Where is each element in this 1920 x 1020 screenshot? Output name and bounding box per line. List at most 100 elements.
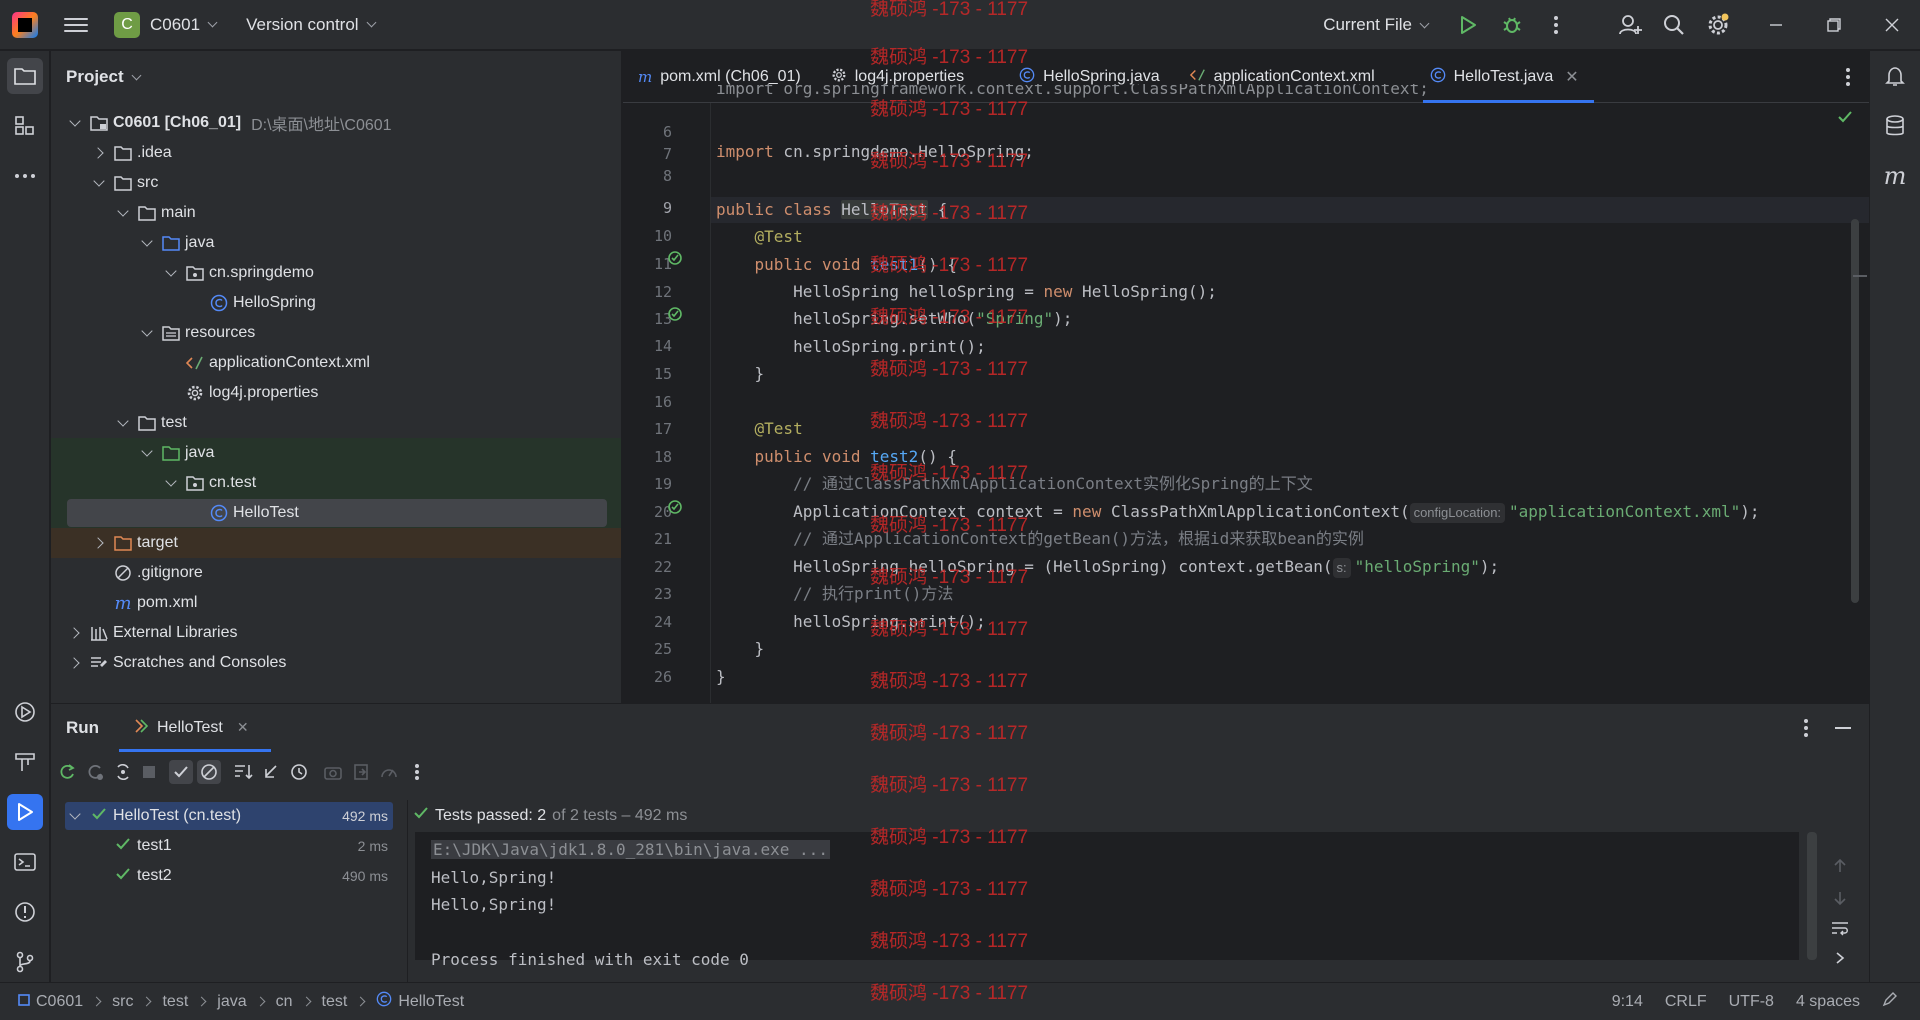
history-icon[interactable] bbox=[287, 760, 311, 784]
tree-item-src[interactable]: src bbox=[51, 168, 621, 198]
tree-item-gitignore[interactable]: .gitignore bbox=[51, 558, 621, 588]
expand-icon[interactable] bbox=[115, 415, 131, 431]
notifications-icon[interactable] bbox=[1877, 58, 1913, 94]
run-test-gutter-icon[interactable] bbox=[667, 499, 683, 515]
tree-item-target[interactable]: target bbox=[51, 528, 621, 558]
more-tools-icon[interactable] bbox=[7, 158, 43, 194]
tree-item-root[interactable]: C0601 [Ch06_01] D:\桌面\地址\C0601 bbox=[51, 108, 621, 138]
expand-icon[interactable] bbox=[139, 235, 155, 251]
settings-icon[interactable] bbox=[1696, 3, 1740, 47]
code-line[interactable]: @Test bbox=[716, 224, 803, 250]
coverage-icon[interactable] bbox=[377, 760, 401, 784]
project-tool-icon[interactable] bbox=[7, 58, 43, 94]
tree-item-log4j[interactable]: log4j.properties bbox=[51, 378, 621, 408]
expand-icon[interactable] bbox=[139, 445, 155, 461]
main-menu-icon[interactable] bbox=[64, 17, 88, 32]
tree-item-pkg-test[interactable]: cn.test bbox=[51, 468, 621, 498]
expand-icon[interactable] bbox=[139, 325, 155, 341]
minimize-icon[interactable] bbox=[1754, 3, 1798, 47]
intellij-logo-icon[interactable] bbox=[12, 11, 38, 38]
tree-item-java-test[interactable]: java bbox=[51, 438, 621, 468]
services-tool-icon[interactable] bbox=[7, 694, 43, 730]
expand-icon[interactable] bbox=[163, 265, 179, 281]
toolbar-more-icon[interactable] bbox=[405, 760, 429, 784]
run-test-gutter-icon[interactable] bbox=[667, 306, 683, 322]
run-test-gutter-icon[interactable] bbox=[667, 250, 683, 266]
collapse-icon[interactable] bbox=[67, 655, 83, 671]
stop-icon[interactable] bbox=[137, 760, 161, 784]
tree-item-external-libraries[interactable]: External Libraries bbox=[51, 618, 621, 648]
breadcrumb-item[interactable]: src bbox=[112, 993, 133, 1011]
toggle-auto-test-icon[interactable] bbox=[111, 760, 135, 784]
build-tool-icon[interactable] bbox=[7, 744, 43, 780]
rerun-failed-icon[interactable] bbox=[83, 760, 107, 784]
screenshot-icon[interactable] bbox=[321, 760, 345, 784]
import-tests-icon[interactable] bbox=[259, 760, 283, 784]
hide-panel-icon[interactable] bbox=[1835, 727, 1851, 729]
collapse-icon[interactable] bbox=[91, 145, 107, 161]
code-line[interactable]: import org.springframework.context.suppo… bbox=[716, 84, 1429, 100]
project-panel-header[interactable]: Project bbox=[51, 51, 621, 103]
breadcrumb-item[interactable]: cn bbox=[276, 993, 293, 1011]
console-scrollbar[interactable] bbox=[1807, 832, 1817, 960]
restore-icon[interactable] bbox=[1812, 3, 1856, 47]
line-separator[interactable]: CRLF bbox=[1665, 993, 1707, 1011]
search-icon[interactable] bbox=[1652, 3, 1696, 47]
close-tab-icon[interactable]: ✕ bbox=[237, 720, 249, 736]
indent-setting[interactable]: 4 spaces bbox=[1796, 993, 1860, 1011]
caret-position[interactable]: 9:14 bbox=[1612, 993, 1643, 1011]
test-case-row[interactable]: test1 2 ms bbox=[51, 831, 408, 861]
export-icon[interactable] bbox=[349, 760, 373, 784]
debug-icon[interactable] bbox=[1490, 3, 1534, 47]
code-line[interactable]: } bbox=[716, 361, 765, 387]
expand-icon[interactable] bbox=[115, 205, 131, 221]
close-icon[interactable] bbox=[1870, 3, 1914, 47]
database-icon[interactable] bbox=[1877, 108, 1913, 144]
breadcrumb-item[interactable]: HelloTest bbox=[398, 993, 464, 1011]
run-config-selector[interactable]: Current File bbox=[1313, 0, 1430, 50]
breadcrumb-item[interactable]: test bbox=[322, 993, 348, 1011]
test-suite-row[interactable]: HelloTest (cn.test) 492 ms bbox=[51, 801, 408, 831]
vcs-widget[interactable]: Version control bbox=[236, 0, 377, 50]
structure-tool-icon[interactable] bbox=[7, 108, 43, 144]
tree-item-scratches[interactable]: Scratches and Consoles bbox=[51, 648, 621, 678]
terminal-tool-icon[interactable] bbox=[7, 844, 43, 880]
tree-item-idea[interactable]: .idea bbox=[51, 138, 621, 168]
readonly-lock-icon[interactable] bbox=[1882, 991, 1898, 1012]
expand-icon[interactable] bbox=[67, 115, 83, 131]
console-command-line[interactable]: E:\JDK\Java\jdk1.8.0_281\bin\java.exe ..… bbox=[431, 840, 830, 859]
tree-item-main[interactable]: main bbox=[51, 198, 621, 228]
test-case-row[interactable]: test2 490 ms bbox=[51, 861, 408, 891]
run-more-icon[interactable] bbox=[1803, 718, 1809, 742]
code-line[interactable]: @Test bbox=[716, 416, 803, 442]
collapse-icon[interactable] bbox=[91, 535, 107, 551]
no-problems-check-icon[interactable] bbox=[1837, 109, 1853, 128]
breadcrumb-item[interactable]: java bbox=[217, 993, 246, 1011]
code-line[interactable]: } bbox=[716, 636, 765, 662]
code-line[interactable]: HelloSpring helloSpring = (HelloSpring) … bbox=[716, 554, 1499, 580]
more-actions-icon[interactable] bbox=[1534, 3, 1578, 47]
tree-item-hellospring[interactable]: HelloSpring bbox=[51, 288, 621, 318]
code-line[interactable]: // 通过ApplicationContext的getBean()方法，根据id… bbox=[716, 526, 1364, 552]
breadcrumb-item[interactable]: test bbox=[162, 993, 188, 1011]
git-tool-icon[interactable] bbox=[7, 944, 43, 980]
tree-item-pom[interactable]: m pom.xml bbox=[51, 588, 621, 618]
scroll-up-icon[interactable] bbox=[1833, 858, 1847, 877]
tree-item-java-main[interactable]: java bbox=[51, 228, 621, 258]
file-encoding[interactable]: UTF-8 bbox=[1729, 993, 1774, 1011]
problems-tool-icon[interactable] bbox=[7, 894, 43, 930]
show-ignored-icon[interactable] bbox=[197, 760, 221, 784]
show-passed-icon[interactable] bbox=[169, 760, 193, 784]
add-user-icon[interactable] bbox=[1608, 3, 1652, 47]
tree-item-hellotest[interactable]: HelloTest bbox=[51, 498, 621, 528]
run-tool-icon[interactable] bbox=[7, 794, 43, 830]
run-icon[interactable] bbox=[1446, 3, 1490, 47]
breadcrumb-item[interactable]: C0601 bbox=[36, 993, 83, 1011]
code-line[interactable]: } bbox=[716, 664, 726, 690]
run-tab-hellotest[interactable]: HelloTest ✕ bbox=[119, 704, 271, 752]
tree-item-pkg-springdemo[interactable]: cn.springdemo bbox=[51, 258, 621, 288]
tree-item-resources[interactable]: resources bbox=[51, 318, 621, 348]
expand-icon[interactable] bbox=[91, 175, 107, 191]
expand-icon[interactable] bbox=[163, 475, 179, 491]
soft-wrap-icon[interactable] bbox=[1831, 920, 1849, 940]
